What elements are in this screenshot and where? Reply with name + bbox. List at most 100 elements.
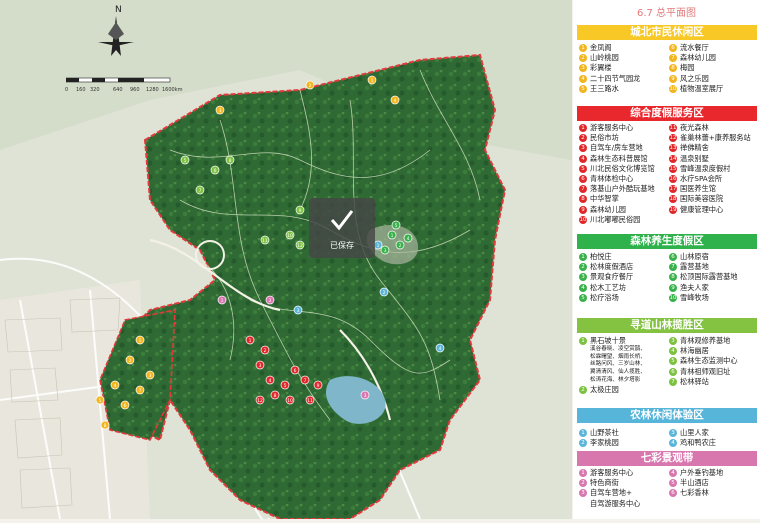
legend-item-label: 民俗市坊 (590, 133, 619, 143)
scale-label: 960 (130, 87, 140, 93)
legend-number-badge: 2 (579, 439, 587, 448)
legend-item-label: 雪峰温泉度假村 (680, 163, 731, 173)
legend-number-badge: 3 (579, 64, 587, 73)
legend-number-badge: 3 (669, 429, 677, 437)
legend-subitem: 溪谷春晓、凌空赏鹊、 (590, 346, 646, 353)
scale-label: 160 (76, 87, 86, 93)
legend-item-label: 金凤阁 (590, 43, 612, 52)
legend-number-badge: 8 (669, 64, 677, 73)
map-marker-number: 10 (287, 398, 293, 404)
legend-number-badge: 3 (669, 337, 677, 345)
legend-item-label: 彩翼楼 (590, 63, 612, 73)
map-marker-number: 11 (307, 398, 313, 404)
legend-item: 16 水疗SPA会所 (669, 174, 722, 184)
map-marker-number: 9 (317, 383, 320, 389)
legend-item: 3 山里人家 (669, 428, 709, 438)
legend-number-badge: 16 (669, 175, 677, 183)
legend-number-badge: 6 (669, 367, 677, 376)
legend-item-label: 青林观修养基地 (680, 336, 731, 345)
legend-item: 11 夜光森林 (669, 123, 709, 133)
page-title: 6.7 总平面图 (636, 8, 697, 19)
legend-item-label: 特色商街 (590, 478, 619, 488)
legend-number-badge: 3 (579, 489, 587, 498)
map-marker-number: 4 (269, 378, 272, 384)
map-marker-number: 5 (184, 158, 187, 164)
legend-number-badge: 4 (579, 154, 587, 163)
legend-item-label: 李家桃园 (590, 438, 619, 448)
legend-item-label: 黑石坡十景 (590, 336, 626, 345)
legend-number-badge: 6 (669, 44, 677, 52)
legend-item: 9 风之乐园 (669, 74, 709, 84)
legend-item: 17 国医养生馆 (669, 184, 716, 194)
legend-section-header: 农林休闲体验区 (577, 408, 757, 423)
legend-item-label: 落基山户外酷玩基地 (590, 184, 655, 194)
legend-item-label: 林海幽居 (680, 346, 709, 356)
legend-item: 7 森林幼儿园 (669, 53, 716, 63)
legend-section-header: 森林养生度假区 (577, 234, 757, 249)
legend-item: 8 梅园 (669, 63, 694, 73)
legend-item: 1 山野茶社 (579, 428, 619, 438)
legend-item: 6 山林原宿 (669, 252, 709, 262)
legend-item-label: 川北民俗文化博览馆 (590, 163, 655, 173)
legend-item-label: 自驾游服务中心 (590, 498, 641, 508)
legend-item-label: 游客服务中心 (590, 468, 634, 477)
legend-item: 12 雀巢林蕾+康养服务站 (669, 133, 751, 143)
map-marker-number: 4 (114, 383, 117, 389)
legend-item-label: 植物温室展厅 (680, 83, 724, 93)
legend-number-badge: 19 (669, 205, 677, 214)
map-marker-number: 7 (304, 378, 307, 384)
legend-item: 3 自驾车营地+ (579, 488, 632, 498)
legend-item-label: 柏悦庄 (590, 252, 612, 261)
map-marker-number: 2 (269, 298, 272, 304)
map-marker-number: 11 (262, 238, 268, 244)
legend-section-header: 寻道山林揽胜区 (577, 318, 757, 333)
legend-number-badge: 1 (579, 337, 587, 345)
legend-item: 5 森林生态监测中心 (669, 356, 738, 366)
legend-item: 2 松林度假酒店 (579, 262, 633, 272)
legend-item: 1 金凤阁 (579, 43, 612, 53)
legend-item-label: 森林幼儿园 (680, 53, 716, 63)
map-marker-number: 1 (391, 233, 394, 239)
legend-item: 4 森林生态科普展馆 (579, 154, 648, 164)
legend-number-badge: 6 (579, 175, 587, 183)
map-marker-number: 12 (297, 243, 303, 249)
legend-item-label: 户外垂钓基地 (680, 468, 724, 477)
north-arrow-icon (98, 16, 134, 56)
legend-item-label: 山野茶社 (590, 428, 619, 437)
legend-number-badge: 5 (669, 357, 677, 366)
legend-item: 7 露营基地 (669, 262, 709, 272)
legend-panel: 6.7 总平面图 城北市民休闲区 1 金凤阁 2 山岭桃园 3 彩翼楼 4 二十四节气园龙 5 王三… (573, 0, 760, 519)
check-icon (330, 210, 354, 231)
legend-item-label: 松林度假酒店 (590, 262, 634, 272)
legend-number-badge: 1 (579, 469, 587, 477)
map-marker-number: 8 (229, 158, 232, 164)
legend-item: 2 民俗市坊 (579, 133, 619, 143)
legend-item: 8 中华智掌 (579, 194, 619, 204)
legend-item-label: 渔夫人家 (680, 282, 709, 292)
map-marker-number: 3 (297, 308, 300, 314)
legend-item: 5 松疗浴场 (579, 293, 619, 303)
legend-item: 4 户外垂钓基地 (669, 468, 723, 478)
legend-number-badge: 2 (579, 386, 587, 395)
master-plan-map: 1 2 3 4 5 6 7 8 9 10 11 12 1 2 3 4 5 1 2 3 4 1 2 3 4 5 6 7 8 1 2 3 4 5 6 7 8… (0, 0, 572, 522)
legend-item-label: 雪峰牧场 (680, 292, 709, 302)
legend-item-label: 二十四节气园龙 (590, 73, 641, 83)
legend-item: 1 黑石坡十景 (579, 336, 626, 346)
scale-label: 320 (90, 87, 100, 93)
legend-number-badge: 2 (579, 54, 587, 63)
legend-item-label: 水疗SPA会所 (680, 174, 723, 183)
legend-number-badge: 9 (669, 74, 677, 83)
legend-item: 4 松木工艺坊 (579, 283, 626, 293)
legend-number-badge: 2 (579, 134, 587, 143)
map-marker-number: 4 (407, 236, 410, 242)
legend-item-label: 流水餐厅 (680, 43, 709, 52)
legend-item-label: 山林原宿 (680, 252, 709, 261)
map-marker-number: 6 (124, 403, 127, 409)
legend-item: 3 景观食疗餐厅 (579, 272, 633, 282)
legend-item-label: 山里人家 (680, 428, 709, 437)
legend-item: 2 太极庄园 (579, 385, 619, 395)
legend-item: 3 自驾车/房车营地 (579, 143, 643, 153)
legend-number-badge: 9 (669, 283, 677, 292)
legend-number-badge: 5 (579, 164, 587, 173)
legend-item: 7 落基山户外酷玩基地 (579, 184, 655, 194)
